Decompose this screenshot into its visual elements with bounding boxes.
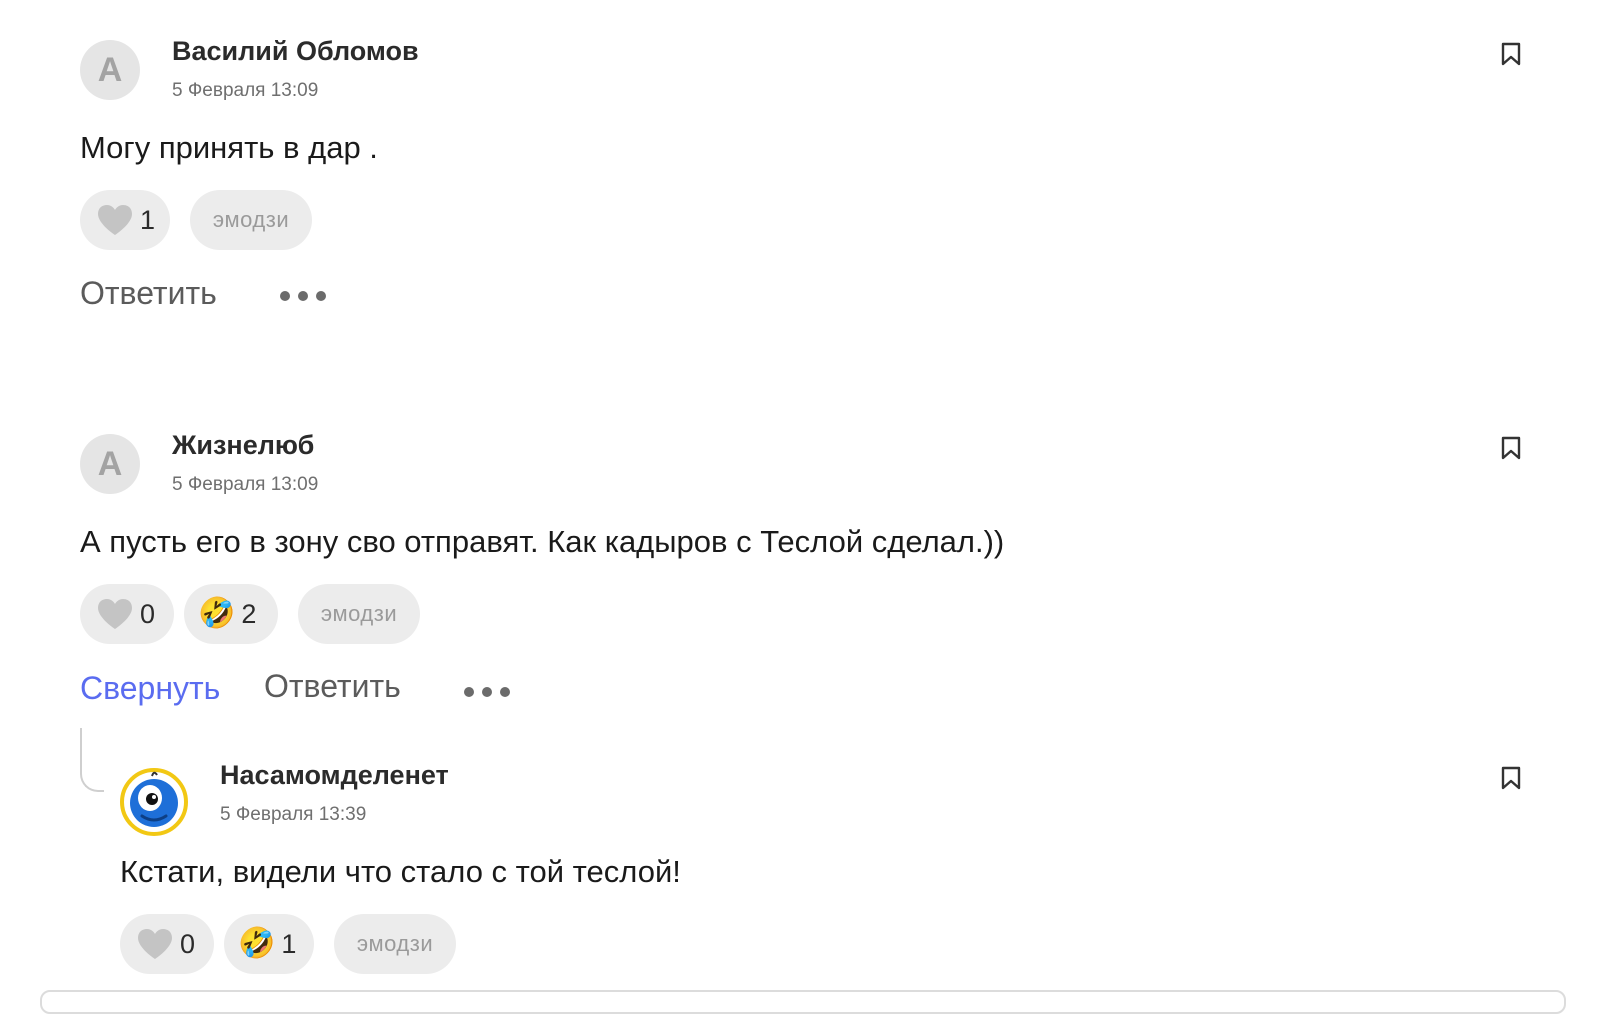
avatar[interactable]: А: [80, 40, 140, 100]
like-count: 0: [180, 928, 196, 959]
like-button[interactable]: 1: [80, 190, 170, 250]
bookmark-icon[interactable]: [1500, 42, 1522, 66]
comment-text: А пусть его в зону сво отправят. Как кад…: [80, 524, 1005, 559]
comment-text: Могу принять в дар .: [80, 130, 378, 165]
laugh-count: 1: [281, 928, 297, 959]
avatar[interactable]: [120, 768, 188, 836]
like-button[interactable]: 0: [80, 584, 174, 644]
comment-date: 5 Февраля 13:09: [172, 80, 319, 101]
heart-icon: [138, 929, 172, 959]
laugh-reaction-button[interactable]: 🤣 2: [184, 584, 278, 644]
emoji-button[interactable]: эмодзи: [298, 584, 420, 644]
avatar[interactable]: А: [80, 434, 140, 494]
laugh-count: 2: [241, 598, 257, 629]
laugh-reaction-button[interactable]: 🤣 1: [224, 914, 314, 974]
emoji-button[interactable]: эмодзи: [190, 190, 312, 250]
like-count: 0: [140, 598, 156, 629]
author-name[interactable]: Жизнелюб: [172, 430, 314, 461]
emoji-button[interactable]: эмодзи: [334, 914, 456, 974]
author-name[interactable]: Насамомделенет: [220, 760, 449, 791]
more-options-icon[interactable]: [464, 686, 510, 698]
heart-icon: [98, 205, 132, 235]
bookmark-icon[interactable]: [1500, 436, 1522, 460]
comment-text: Кстати, видели что стало с той теслой!: [120, 854, 681, 889]
heart-icon: [98, 599, 132, 629]
reply-button[interactable]: Ответить: [80, 275, 217, 312]
thread-connector: [80, 728, 104, 792]
laugh-emoji-icon: 🤣: [238, 927, 276, 960]
reply-button[interactable]: Ответить: [264, 668, 401, 705]
like-button[interactable]: 0: [120, 914, 214, 974]
comment-date: 5 Февраля 13:09: [172, 474, 319, 495]
more-options-icon[interactable]: [280, 290, 326, 302]
bookmark-icon[interactable]: [1500, 766, 1522, 790]
like-count: 1: [140, 204, 156, 235]
author-name[interactable]: Василий Обломов: [172, 36, 419, 67]
collapse-button[interactable]: Свернуть: [80, 670, 220, 707]
comment-date: 5 Февраля 13:39: [220, 804, 367, 825]
laugh-emoji-icon: 🤣: [198, 597, 236, 630]
